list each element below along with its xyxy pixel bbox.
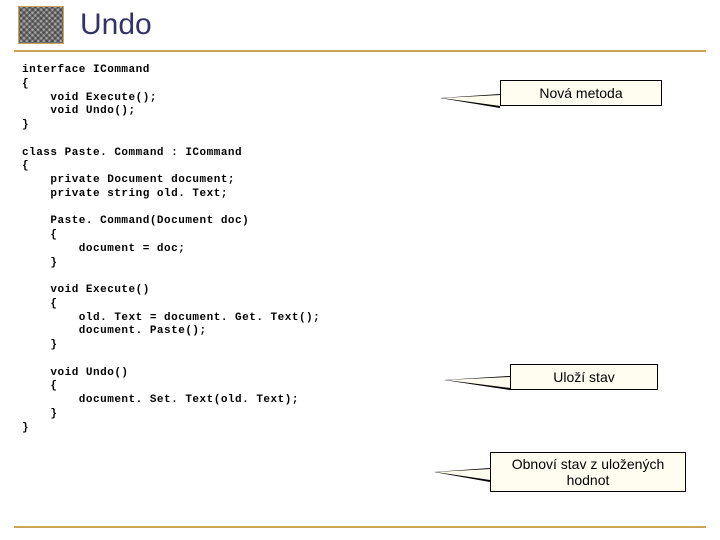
slide-header: Undo: [0, 0, 720, 48]
code-line: }: [22, 257, 58, 269]
code-line: {: [22, 229, 58, 241]
code-line: }: [22, 119, 29, 131]
callout-new-method: Nová metoda: [500, 80, 662, 106]
code-line: void Undo(): [22, 367, 129, 379]
code-line: void Execute(): [22, 284, 150, 296]
code-line: }: [22, 408, 58, 420]
slide-content: interface ICommand { void Execute(); voi…: [0, 52, 720, 435]
code-line: {: [22, 380, 58, 392]
code-line: document. Set. Text(old. Text);: [22, 394, 299, 406]
code-line: interface ICommand: [22, 64, 150, 76]
code-line: }: [22, 339, 58, 351]
code-line: class Paste. Command : ICommand: [22, 147, 242, 159]
footer-rule: [14, 526, 706, 528]
logo-image: [18, 6, 64, 44]
code-line: document. Paste();: [22, 325, 207, 337]
code-line: void Undo();: [22, 105, 136, 117]
code-line: private string old. Text;: [22, 188, 228, 200]
callout-save-state: Uloží stav: [510, 364, 658, 390]
code-line: {: [22, 298, 58, 310]
code-line: }: [22, 422, 29, 434]
callout-restore-state: Obnoví stav z uložených hodnot: [490, 452, 686, 492]
code-line: {: [22, 160, 29, 172]
code-line: private Document document;: [22, 174, 235, 186]
code-line: Paste. Command(Document doc): [22, 215, 249, 227]
code-line: document = doc;: [22, 243, 185, 255]
code-line: old. Text = document. Get. Text();: [22, 312, 320, 324]
code-line: {: [22, 78, 29, 90]
slide-title: Undo: [80, 8, 152, 42]
code-line: void Execute();: [22, 92, 157, 104]
